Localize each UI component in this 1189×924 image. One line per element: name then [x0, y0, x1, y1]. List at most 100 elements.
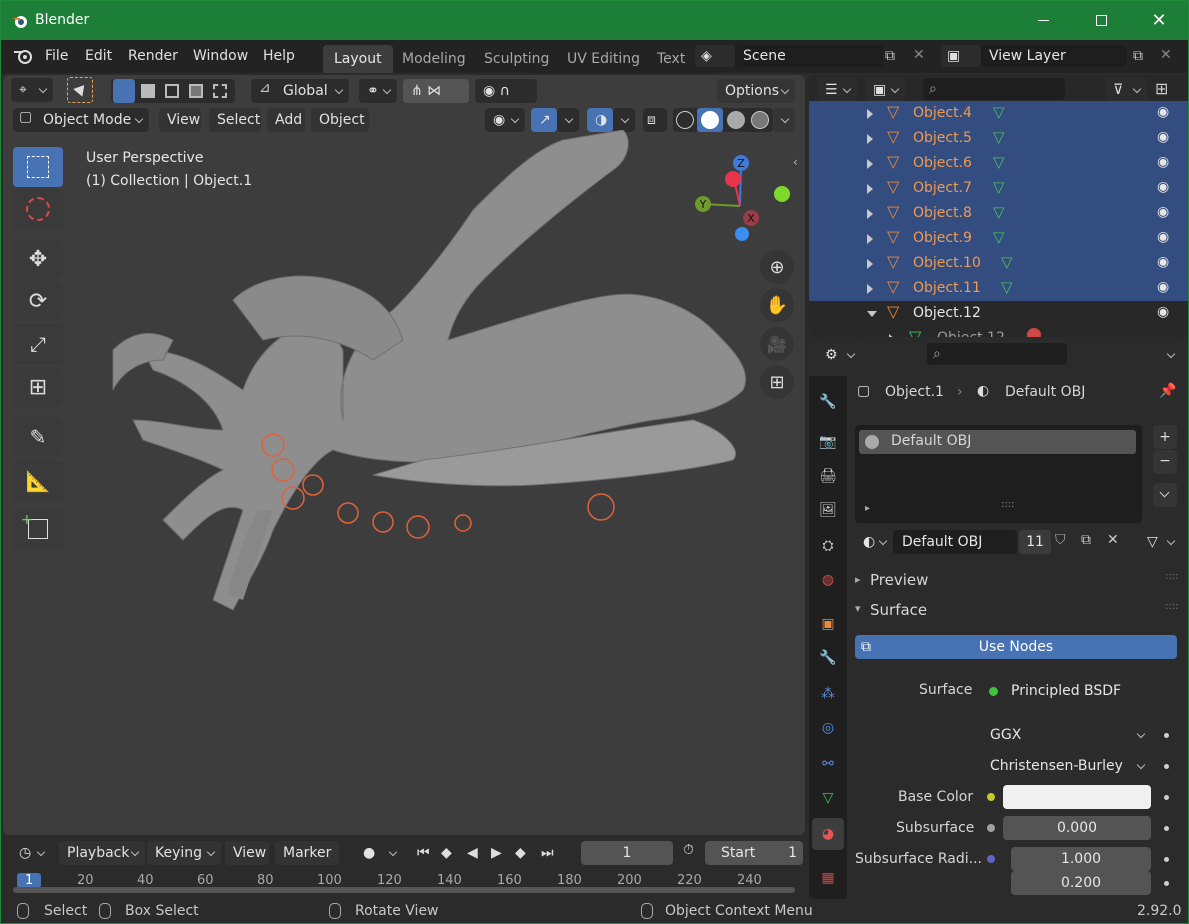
mesh-data-icon[interactable]: ▽ — [993, 153, 1005, 171]
tab-world[interactable]: ◍ — [812, 564, 844, 596]
keying-menu[interactable]: Keying — [147, 841, 221, 865]
view-layer-browse-button[interactable]: ▣ — [941, 45, 981, 67]
surface-shader-field[interactable]: Principled BSDF — [981, 679, 1151, 703]
menu-file[interactable]: File — [45, 48, 68, 64]
eye-icon[interactable]: ◉ — [1157, 104, 1169, 120]
expand-arrow-icon[interactable] — [867, 311, 877, 317]
add-slot-icon[interactable]: + — [1153, 425, 1177, 449]
eye-icon[interactable]: ◉ — [1157, 229, 1169, 245]
annotate-tool[interactable]: ✎ — [13, 417, 63, 457]
expand-arrow-icon[interactable] — [867, 209, 873, 219]
eye-icon[interactable]: ◉ — [1157, 179, 1169, 195]
expand-arrow-icon[interactable] — [867, 184, 873, 194]
subsurface-value[interactable]: 0.000 — [1003, 816, 1151, 840]
next-keyframe-icon[interactable]: ◆ — [515, 841, 526, 865]
zoom-button[interactable]: ⊕ — [760, 250, 794, 284]
outliner-row[interactable]: ▽ Object.11 ▽ ◉ — [809, 276, 1188, 301]
pan-button[interactable]: ✋ — [760, 288, 794, 322]
tab-physics[interactable]: ◎ — [812, 712, 844, 744]
expand-arrow-icon[interactable] — [889, 334, 895, 337]
timeline-editor-type[interactable]: ◷ — [11, 841, 51, 865]
list-resize-handle[interactable]: :::: — [1001, 499, 1014, 510]
tab-particles[interactable]: ⁂ — [812, 678, 844, 710]
outliner-search-input[interactable]: ⌕ — [923, 78, 1065, 100]
material-name-field[interactable]: Default OBJ — [893, 530, 1017, 554]
expand-arrow-icon[interactable] — [867, 109, 873, 119]
outliner-row[interactable]: ▽ Object.6 ▽ ◉ — [809, 151, 1188, 176]
menu-view[interactable]: View — [159, 108, 201, 132]
options-dropdown[interactable]: Options — [717, 79, 795, 103]
expand-arrow-icon[interactable] — [867, 234, 873, 244]
outliner-row[interactable]: ▽ Object.5 ▽ ◉ — [809, 126, 1188, 151]
menu-select[interactable]: Select — [209, 108, 261, 132]
navigation-gizmo[interactable]: Z Y X — [693, 155, 803, 245]
transform-tool[interactable]: ⊞ — [13, 367, 63, 407]
tab-uv-editing[interactable]: UV Editing — [556, 45, 651, 73]
pivot-point-dropdown[interactable]: ⚭ — [359, 79, 397, 103]
new-collection-icon[interactable]: ⊞ — [1155, 79, 1168, 98]
tab-modeling[interactable]: Modeling — [391, 45, 477, 73]
duplicate-material-icon[interactable]: ⧉ — [1081, 532, 1091, 548]
menu-add[interactable]: Add — [267, 108, 305, 132]
material-slot-row[interactable]: Default OBJ — [859, 430, 1136, 454]
rendered-shading-icon[interactable] — [751, 111, 769, 129]
dragon-mesh[interactable] — [93, 130, 763, 630]
select-box-tool[interactable] — [13, 147, 63, 187]
timeline-view-menu[interactable]: View — [225, 841, 269, 865]
tab-sculpting[interactable]: Sculpting — [473, 45, 560, 73]
gizmo-y-negative[interactable] — [774, 186, 790, 202]
base-color-socket-icon[interactable] — [981, 785, 1001, 809]
proportional-edit-group[interactable]: ◉ ∩ — [475, 79, 537, 103]
visibility-dropdown[interactable]: ◉ — [485, 108, 525, 132]
distribution-dropdown[interactable]: GGX — [981, 723, 1151, 747]
marker-menu[interactable]: Marker — [275, 841, 339, 865]
remove-slot-icon[interactable]: − — [1153, 450, 1177, 474]
material-users-count[interactable]: 11 — [1019, 530, 1051, 554]
ortho-toggle-button[interactable]: ⊞ — [760, 365, 794, 399]
subsurface-method-dropdown[interactable]: Christensen-Burley — [981, 754, 1151, 778]
delete-scene-icon[interactable]: ✕ — [913, 47, 925, 63]
playback-menu[interactable]: Playback — [59, 841, 145, 865]
material-browse-button[interactable]: ◐ — [855, 530, 893, 554]
outliner-editor-type[interactable]: ☰ — [817, 78, 857, 102]
overlays-toggle[interactable]: ◑ — [587, 108, 613, 132]
outliner-row[interactable]: ▽ Object.12 — [809, 326, 1188, 337]
tab-constraints[interactable]: ⚯ — [812, 748, 844, 780]
gizmo-toggle[interactable]: ↗ — [531, 108, 557, 132]
scene-field[interactable]: Scene — [735, 45, 883, 67]
gizmo-x-negative[interactable] — [725, 171, 741, 187]
outliner-row[interactable]: ▽ Object.8 ▽ ◉ — [809, 201, 1188, 226]
eye-icon[interactable]: ◉ — [1157, 254, 1169, 270]
wireframe-shading-icon[interactable] — [676, 111, 694, 129]
play-icon[interactable]: ▶ — [491, 841, 502, 865]
timeline-ruler[interactable]: 1 20 40 60 80 100 120 140 160 180 200 220 240 — [3, 871, 805, 899]
mesh-data-icon[interactable]: ▽ — [993, 128, 1005, 146]
outliner-row[interactable]: ▽ Object.12 ◉ — [809, 301, 1188, 326]
tab-object[interactable]: ▣ — [812, 608, 844, 640]
outliner-row[interactable]: ▽ Object.4 ▽ ◉ — [809, 101, 1188, 126]
mesh-data-icon[interactable]: ▽ — [1001, 278, 1013, 296]
jump-end-icon[interactable]: ⏭ — [541, 841, 554, 865]
eye-icon[interactable]: ◉ — [1157, 304, 1169, 320]
xray-toggle[interactable]: ⧈ — [643, 108, 667, 132]
mesh-data-icon[interactable]: ▽ — [993, 228, 1005, 246]
overlays-dropdown[interactable] — [613, 108, 635, 132]
select-extend-icon[interactable] — [141, 84, 155, 98]
prev-keyframe-icon[interactable]: ◆ — [441, 841, 452, 865]
mesh-data-icon[interactable]: ▽ — [1001, 253, 1013, 271]
stopwatch-icon[interactable]: ⏱ — [683, 842, 694, 858]
properties-search-input[interactable]: ⌕ — [927, 343, 1067, 365]
menu-help[interactable]: Help — [263, 48, 295, 64]
eye-icon[interactable]: ◉ — [1157, 154, 1169, 170]
add-cube-tool[interactable]: + — [13, 509, 63, 549]
material-shading-icon[interactable] — [727, 111, 745, 129]
filter-dropdown[interactable]: ⊽ — [1105, 78, 1147, 102]
menu-object[interactable]: Object — [311, 108, 369, 132]
subsurface-radius-x[interactable]: 1.000 — [1011, 847, 1151, 871]
maximize-button[interactable] — [1072, 1, 1130, 40]
mesh-data-icon[interactable]: ▽ — [993, 178, 1005, 196]
tab-layout[interactable]: Layout — [323, 45, 393, 73]
auto-keying-toggle[interactable]: ● — [355, 841, 403, 865]
menu-render[interactable]: Render — [128, 48, 178, 64]
minimize-button[interactable] — [1014, 1, 1072, 40]
